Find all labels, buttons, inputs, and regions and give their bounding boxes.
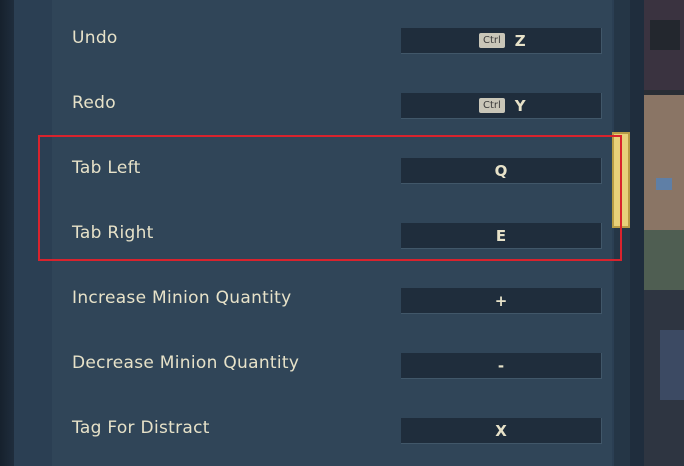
game-tile <box>644 230 684 290</box>
keybinding-label: Undo <box>72 28 118 48</box>
keybinding-key-field[interactable]: - <box>401 353 602 379</box>
keybinding-row-increase-minion-quantity: Increase Minion Quantity + <box>14 266 614 331</box>
game-tile <box>650 20 680 50</box>
key-label: X <box>495 421 507 440</box>
keybinding-row-decrease-minion-quantity: Decrease Minion Quantity - <box>14 331 614 396</box>
keybinding-key-field[interactable]: + <box>401 288 602 314</box>
keybinding-label: Decrease Minion Quantity <box>72 353 300 373</box>
game-tile <box>660 330 684 400</box>
modifier-badge: Ctrl <box>479 33 505 48</box>
keybinding-label: Tag For Distract <box>72 418 210 438</box>
key-label: Z <box>514 31 526 50</box>
game-tile <box>644 95 684 235</box>
modifier-badge: Ctrl <box>479 98 505 113</box>
game-world-view <box>644 0 684 466</box>
panel-left-edge <box>0 0 14 466</box>
keybinding-label: Increase Minion Quantity <box>72 288 292 308</box>
key-label: Y <box>514 96 526 115</box>
keybinding-key-field[interactable]: Ctrl Y <box>401 93 602 119</box>
keybinding-key-field[interactable]: X <box>401 418 602 444</box>
key-label: - <box>497 356 505 375</box>
keybinding-row-undo: Undo Ctrl Z <box>14 6 614 71</box>
keybinding-key-field[interactable]: Ctrl Z <box>401 28 602 54</box>
game-tile <box>656 178 672 190</box>
key-label: + <box>494 291 508 310</box>
keybinding-row-redo: Redo Ctrl Y <box>14 71 614 136</box>
keybinding-row-tag-for-distract: Tag For Distract X <box>14 396 614 461</box>
highlight-box <box>38 135 622 261</box>
keybinding-label: Redo <box>72 93 116 113</box>
